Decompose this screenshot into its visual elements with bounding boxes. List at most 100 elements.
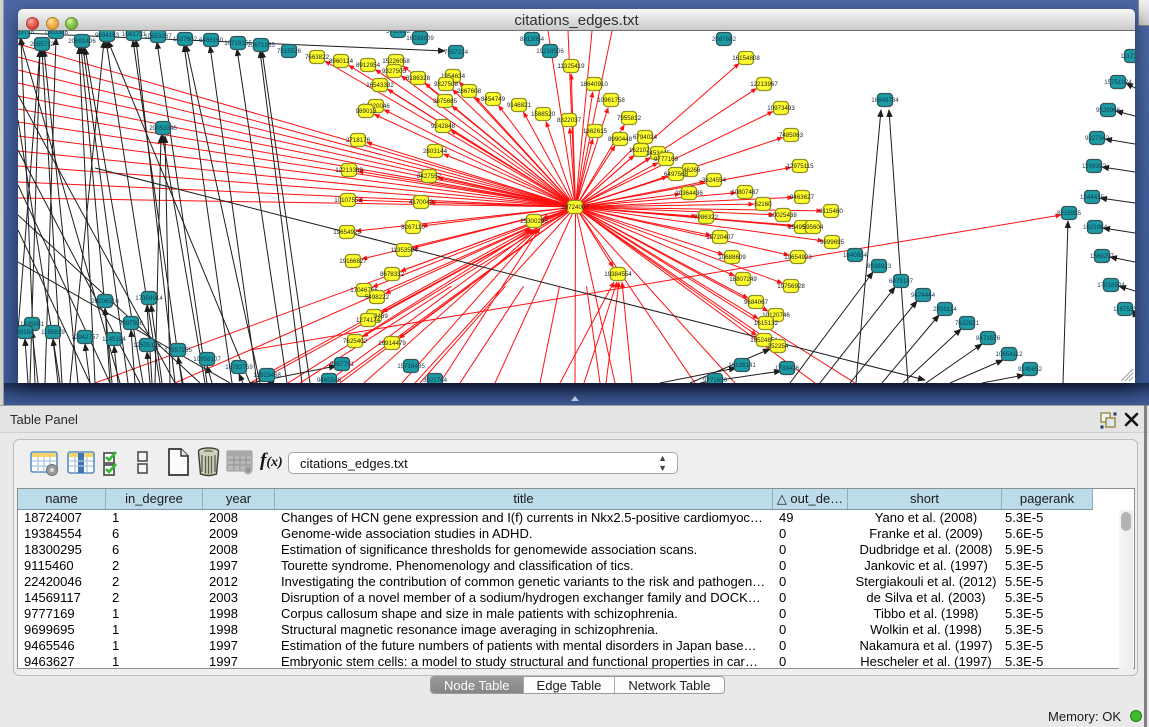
svg-text:20691406: 20691406 — [68, 38, 96, 45]
svg-text:15751024: 15751024 — [1104, 79, 1132, 86]
svg-text:10671355: 10671355 — [247, 42, 275, 49]
svg-text:8960124: 8960124 — [329, 58, 354, 65]
svg-text:16914479: 16914479 — [378, 340, 406, 347]
svg-text:10107553: 10107553 — [334, 197, 362, 204]
svg-text:10653267: 10653267 — [144, 33, 172, 40]
svg-text:7515526: 7515526 — [277, 48, 302, 55]
svg-text:7955812: 7955812 — [617, 115, 642, 122]
svg-text:1615132: 1615132 — [754, 320, 779, 327]
svg-text:1621064: 1621064 — [1083, 224, 1108, 231]
svg-text:9146821: 9146821 — [507, 102, 532, 109]
svg-text:9327505: 9327505 — [382, 68, 407, 75]
svg-text:16782759: 16782759 — [225, 364, 253, 371]
svg-text:8938923: 8938923 — [867, 263, 892, 270]
svg-text:8322037: 8322037 — [557, 117, 582, 124]
svg-text:9327508: 9327508 — [434, 81, 459, 88]
svg-text:16543382: 16543382 — [366, 82, 394, 89]
svg-text:1117325: 1117325 — [1120, 53, 1135, 60]
svg-text:9474444: 9474444 — [911, 292, 936, 299]
svg-text:6479197: 6479197 — [889, 278, 914, 285]
svg-text:62160: 62160 — [754, 201, 772, 208]
svg-text:3875685: 3875685 — [433, 98, 458, 105]
svg-text:19756928: 19756928 — [777, 283, 805, 290]
svg-text:8186328: 8186328 — [406, 75, 431, 82]
svg-text:7485063: 7485063 — [779, 132, 804, 139]
svg-text:8990448: 8990448 — [608, 136, 633, 143]
svg-text:20364436: 20364436 — [675, 190, 703, 197]
svg-text:3921764: 3921764 — [423, 377, 448, 383]
svg-text:39154: 39154 — [18, 329, 34, 336]
svg-text:8912954: 8912954 — [356, 62, 381, 69]
svg-text:6497568: 6497568 — [664, 171, 689, 178]
svg-text:2063718: 2063718 — [18, 31, 35, 36]
svg-text:25300295: 25300295 — [520, 218, 548, 225]
svg-text:19218506: 19218506 — [536, 48, 564, 55]
svg-text:15720407: 15720407 — [706, 234, 734, 241]
svg-text:1569297: 1569297 — [1090, 253, 1115, 260]
svg-text:9699695: 9699695 — [820, 239, 845, 246]
svg-text:19384554: 19384554 — [604, 271, 632, 278]
svg-text:9242848: 9242848 — [431, 123, 456, 130]
svg-text:16648784: 16648784 — [871, 97, 899, 104]
svg-text:12505135: 12505135 — [133, 342, 161, 349]
svg-text:1362615: 1362615 — [583, 128, 608, 135]
svg-text:12213967: 12213967 — [750, 81, 778, 88]
svg-text:2087682: 2087682 — [712, 36, 737, 43]
svg-text:7632621: 7632621 — [955, 320, 980, 327]
svg-text:2055712: 2055712 — [30, 41, 55, 48]
svg-text:1167535: 1167535 — [1113, 306, 1135, 313]
svg-text:9245652: 9245652 — [1018, 366, 1043, 373]
svg-text:18640910: 18640910 — [580, 81, 608, 88]
svg-text:8454749: 8454749 — [481, 96, 506, 103]
svg-text:1274174: 1274174 — [356, 317, 381, 324]
svg-text:9684067: 9684067 — [744, 299, 769, 306]
svg-text:19166827: 19166827 — [339, 258, 367, 265]
svg-text:9465546: 9465546 — [317, 377, 342, 383]
svg-text:1527602: 1527602 — [173, 36, 198, 43]
svg-text:18724007: 18724007 — [561, 204, 589, 211]
svg-text:8215955: 8215955 — [1057, 210, 1082, 217]
svg-text:6466160: 6466160 — [199, 37, 224, 44]
svg-text:9227342: 9227342 — [1085, 135, 1110, 142]
svg-text:17957255: 17957255 — [164, 347, 192, 354]
svg-text:1903386: 1903386 — [44, 31, 69, 36]
svg-text:595604: 595604 — [803, 224, 824, 231]
svg-text:17359914: 17359914 — [135, 295, 163, 302]
svg-text:8267110: 8267110 — [401, 224, 425, 231]
svg-text:20053346: 20053346 — [149, 125, 177, 132]
svg-text:9777169: 9777169 — [654, 156, 679, 163]
svg-text:11325419: 11325419 — [557, 63, 585, 70]
svg-text:10654112: 10654112 — [995, 351, 1023, 358]
svg-text:4170043: 4170043 — [409, 199, 434, 206]
svg-text:10025438: 10025438 — [769, 212, 797, 219]
svg-text:1145194: 1145194 — [102, 336, 126, 343]
svg-text:16154808: 16154808 — [732, 55, 760, 62]
svg-text:3624554: 3624554 — [702, 177, 727, 184]
svg-text:5498222: 5498222 — [365, 294, 390, 301]
svg-text:12923468: 12923468 — [253, 372, 281, 379]
svg-text:9115460: 9115460 — [819, 208, 843, 215]
svg-text:18807249: 18807249 — [729, 276, 757, 283]
svg-text:1156819: 1156819 — [41, 329, 65, 336]
svg-text:252254: 252254 — [768, 343, 789, 350]
svg-text:7357224: 7357224 — [444, 49, 469, 56]
svg-text:11353594: 11353594 — [390, 247, 418, 254]
svg-text:2867608: 2867608 — [457, 88, 482, 95]
svg-text:1733426: 1733426 — [775, 365, 800, 372]
svg-text:2935114: 2935114 — [933, 306, 957, 313]
svg-text:9529966: 9529966 — [1096, 107, 1121, 114]
svg-text:15716485: 15716485 — [397, 363, 425, 370]
svg-text:16033809: 16033809 — [406, 35, 434, 42]
svg-text:2803144: 2803144 — [423, 148, 448, 155]
svg-text:19136141: 19136141 — [728, 362, 756, 369]
svg-text:6794024: 6794024 — [633, 134, 658, 141]
svg-text:7625402: 7625402 — [343, 338, 368, 345]
svg-text:8427552: 8427552 — [417, 173, 442, 180]
svg-text:9771690: 9771690 — [703, 377, 728, 383]
svg-text:10807487: 10807487 — [731, 189, 759, 196]
svg-text:1588520: 1588520 — [531, 111, 556, 118]
svg-text:9463627: 9463627 — [790, 194, 815, 201]
svg-text:12213369: 12213369 — [335, 167, 363, 174]
svg-text:12975115: 12975115 — [786, 163, 814, 170]
svg-text:989013: 989013 — [356, 108, 377, 115]
